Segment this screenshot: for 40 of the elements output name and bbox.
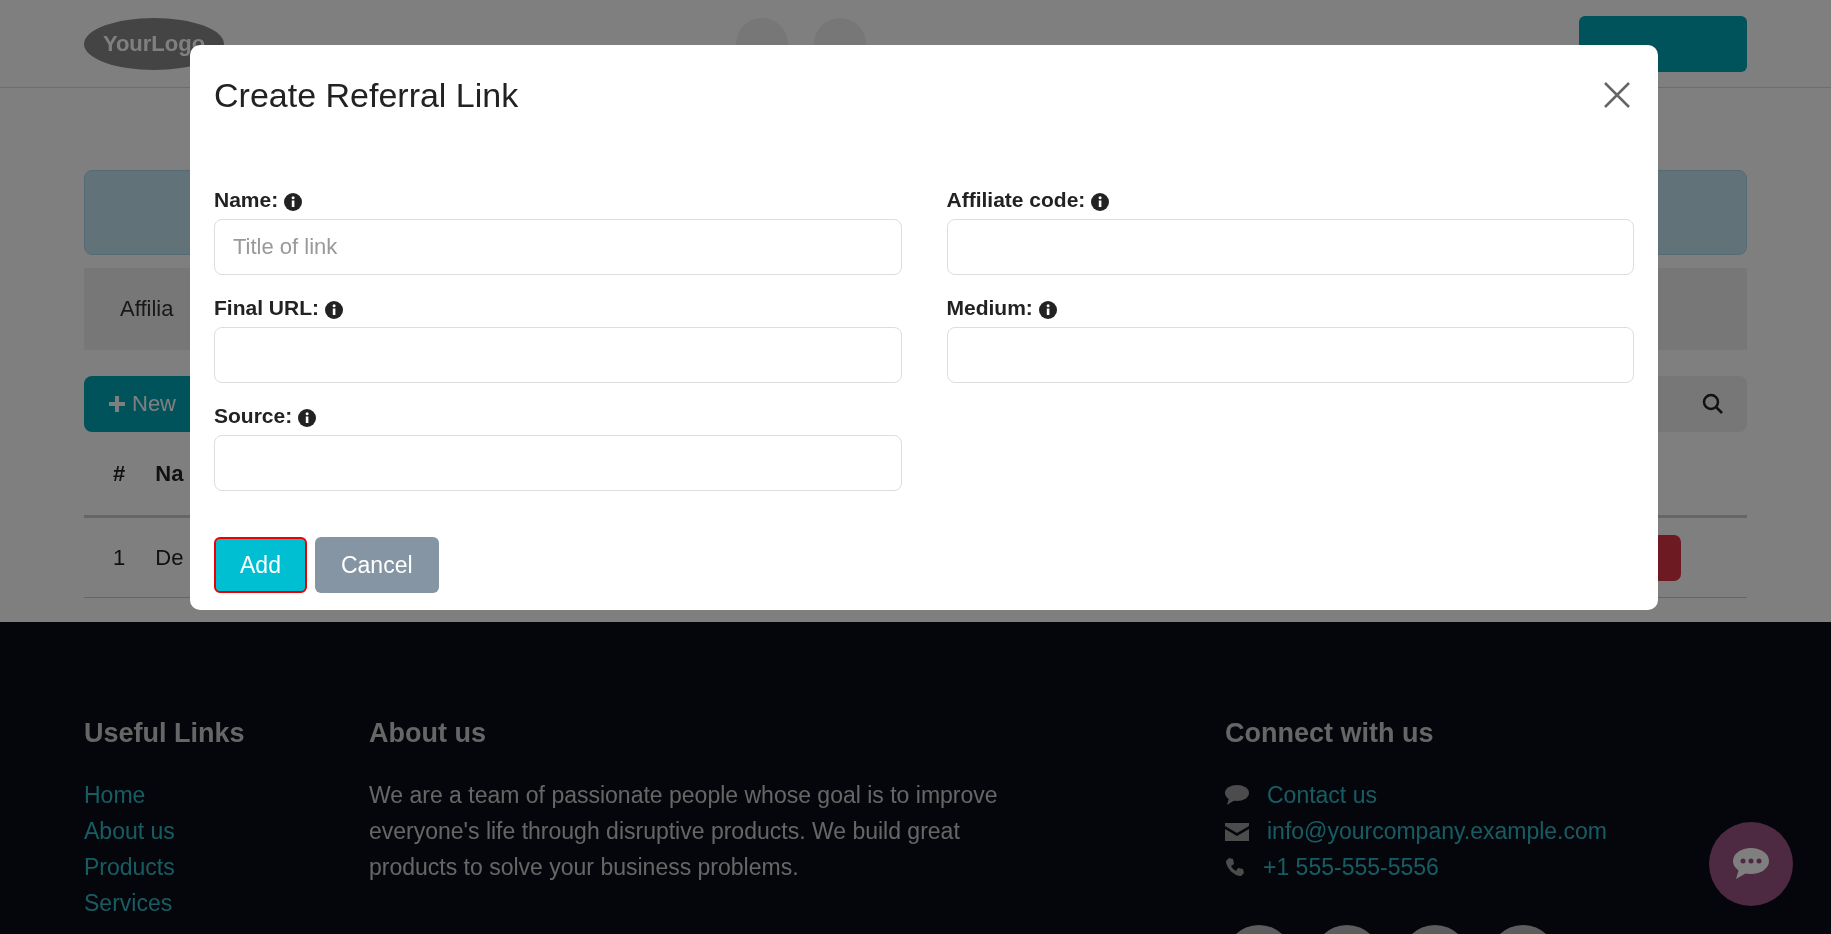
column-header: #: [113, 460, 126, 487]
footer-heading: Useful Links: [84, 718, 246, 749]
chat-icon: [1731, 847, 1771, 881]
info-icon: [1038, 301, 1057, 319]
footer-link[interactable]: About us: [84, 813, 369, 849]
table-cell: De: [155, 544, 184, 571]
field-label: Affiliate code:: [946, 187, 1086, 213]
table-cell: 1: [113, 544, 126, 571]
dialog-title: Create Referral Link: [214, 75, 519, 115]
cancel-button[interactable]: Cancel: [314, 537, 439, 593]
footer-link[interactable]: Home: [84, 777, 369, 813]
input-field[interactable]: [946, 219, 1634, 275]
add-button[interactable]: Add: [214, 537, 307, 593]
footer-heading: About us: [369, 718, 487, 749]
field-label: Final URL:: [214, 295, 319, 321]
input-field[interactable]: [214, 435, 902, 491]
column-header: Na: [155, 460, 184, 487]
about-text: We are a team of passionate people whose goal is to improve everyone's life through disruptive products. We build great products to solve your business problems.: [369, 781, 999, 882]
contact-link[interactable]: +1 555-555-5556: [1263, 849, 1439, 885]
info-icon: [325, 301, 343, 319]
info-icon: [284, 193, 303, 211]
speech-bubble-icon: [1225, 784, 1249, 806]
info-icon: [298, 409, 317, 427]
envelope-icon: [1225, 821, 1249, 841]
search-icon: [1701, 392, 1725, 416]
plus-icon: [108, 395, 126, 413]
field-label: Medium:: [946, 295, 1033, 321]
tab-label[interactable]: Affilia: [120, 296, 174, 322]
input-field[interactable]: [946, 327, 1634, 383]
footer-heading: Connect with us: [1225, 718, 1435, 749]
close-icon: [1604, 82, 1630, 108]
contact-link[interactable]: info@yourcompany.example.com: [1267, 813, 1607, 849]
field-label: Name:: [214, 187, 279, 213]
footer-link[interactable]: Products: [84, 849, 369, 885]
contact-link[interactable]: Contact us: [1267, 777, 1377, 813]
phone-icon: [1225, 857, 1245, 877]
footer-link[interactable]: Services: [84, 885, 369, 921]
input-field[interactable]: [214, 327, 902, 383]
info-icon: [1091, 193, 1110, 211]
input-field[interactable]: Title of link: [214, 219, 902, 275]
